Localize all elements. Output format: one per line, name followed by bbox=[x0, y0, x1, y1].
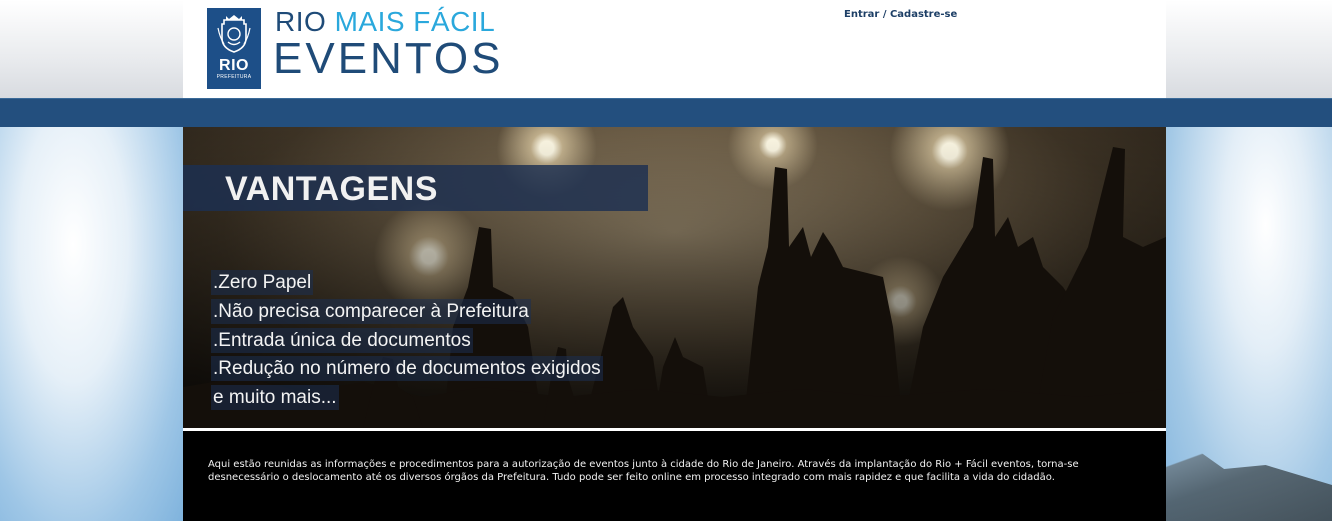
benefit-item: .Redução no número de documentos exigido… bbox=[211, 356, 603, 381]
advantages-title: VANTAGENS bbox=[225, 170, 438, 208]
benefit-item: e muito mais... bbox=[211, 385, 339, 410]
mountain-decoration bbox=[1166, 449, 1332, 521]
brand-highlight: MAIS FÁCIL bbox=[334, 6, 496, 37]
navigation-bar bbox=[0, 98, 1332, 127]
city-crest-icon bbox=[217, 15, 251, 53]
brand-subtitle: EVENTOS bbox=[273, 34, 504, 83]
advantages-banner: VANTAGENS .Zero Papel .Não precisa compa… bbox=[183, 127, 1166, 428]
logo-rio-text: RIO bbox=[219, 57, 249, 74]
site-header: RIO PREFEITURA RIO MAIS FÁCIL EVENTOS En… bbox=[183, 0, 1166, 98]
benefit-item: .Não precisa comparecer à Prefeitura bbox=[211, 299, 531, 324]
benefit-item: .Zero Papel bbox=[211, 270, 314, 295]
side-decoration-left bbox=[0, 126, 183, 521]
benefit-item: .Entrada única de documentos bbox=[211, 328, 473, 353]
prefeitura-logo[interactable]: RIO PREFEITURA bbox=[207, 8, 261, 89]
logo-prefeitura-text: PREFEITURA bbox=[216, 74, 252, 80]
brand-prefix: RIO bbox=[275, 6, 327, 37]
info-paragraph: Aqui estão reunidas as informações e pro… bbox=[208, 459, 1079, 483]
login-register-link[interactable]: Entrar / Cadastre-se bbox=[844, 9, 957, 20]
info-section: Aqui estão reunidas as informações e pro… bbox=[183, 428, 1166, 521]
side-decoration-right bbox=[1166, 126, 1332, 521]
